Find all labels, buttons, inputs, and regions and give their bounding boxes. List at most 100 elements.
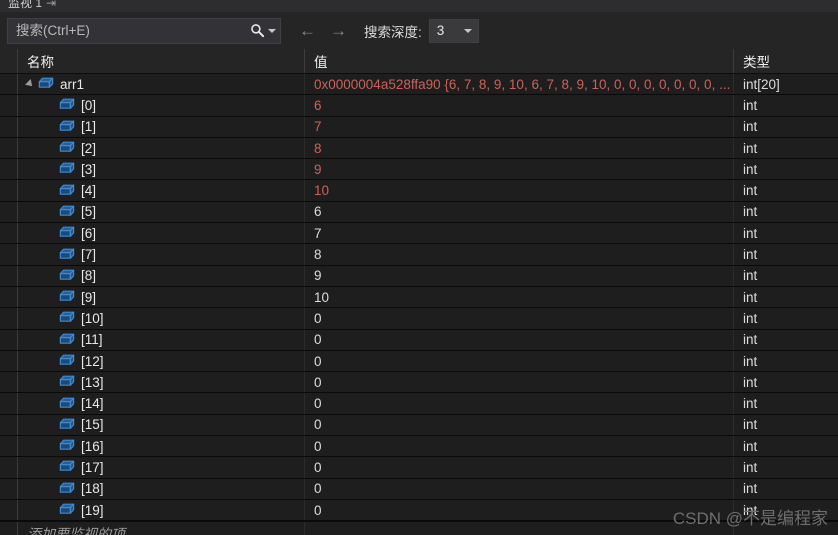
cell-type: int [743,119,758,135]
table-row[interactable]: [8] 9 int [0,265,838,287]
cell-name[interactable]: [12] [18,350,305,372]
cell-name[interactable]: [5] [18,201,305,223]
cell-value[interactable]: 0 [305,499,734,521]
cell-name[interactable]: [19] [18,499,305,521]
cell-value[interactable]: 6 [305,201,734,223]
cell-name[interactable]: [9] [18,286,305,308]
cell-name[interactable]: [15] [18,414,305,436]
table-row[interactable]: [6] 7 int [0,223,838,245]
cube-icon [59,205,75,216]
add-watch-row[interactable]: 添加要监视的项 [0,521,838,535]
table-row[interactable]: [11] 0 int [0,329,838,351]
cell-value[interactable]: 0x0000004a528ffa90 {6, 7, 8, 9, 10, 6, 7… [305,74,734,95]
cell-name[interactable]: [11] [18,329,305,350]
table-row[interactable]: [4] 10 int [0,180,838,202]
search-back-arrow-icon[interactable]: ← [299,22,316,39]
table-row[interactable]: [14] 0 int [0,393,838,415]
cell-name[interactable]: [2] [18,137,305,159]
table-row[interactable]: [3] 9 int [0,159,838,181]
cell-name[interactable]: [4] [18,180,305,201]
cell-name[interactable]: [0] [18,95,305,116]
cell-value[interactable]: 0 [305,457,734,478]
cell-value[interactable]: 0 [305,350,734,372]
column-header-name[interactable]: 名称 [18,49,305,73]
cube-icon [59,248,75,259]
table-row[interactable]: [5] 6 int [0,201,838,224]
add-watch-type-cell[interactable] [734,522,838,535]
cell-value[interactable]: 0 [305,372,734,393]
search-depth-select[interactable]: 3 [428,18,479,43]
column-header-type[interactable]: 类型 [734,49,838,73]
search-icon[interactable] [250,23,265,38]
cell-name[interactable]: [1] [18,116,305,137]
table-row[interactable]: [1] 7 int [0,116,838,138]
row-gutter [0,308,18,329]
search-input[interactable] [16,23,246,38]
row-gutter [0,223,18,244]
cell-value[interactable]: 0 [305,478,734,499]
cell-name[interactable]: [3] [18,159,305,180]
cell-value[interactable]: 9 [305,159,734,180]
cell-value[interactable]: 10 [305,180,734,201]
table-row[interactable]: [9] 10 int [0,286,838,309]
table-row[interactable]: [15] 0 int [0,414,838,437]
cell-type: int [743,481,758,497]
search-icon-group[interactable] [246,23,276,38]
search-dropdown-chevron-down-icon[interactable] [268,28,276,33]
cell-name[interactable]: [16] [18,436,305,457]
cell-name[interactable]: [18] [18,478,305,499]
row-gutter [0,95,18,116]
search-depth-label: 搜索深度: [364,24,422,40]
grid-header-row: 名称 值 类型 [0,49,838,74]
cell-value[interactable]: 10 [305,286,734,308]
cell-name-label: [1] [81,119,97,135]
table-row[interactable]: [7] 8 int [0,244,838,266]
cell-name[interactable]: [13] [18,372,305,393]
cell-name[interactable]: [6] [18,223,305,244]
table-row[interactable]: [12] 0 int [0,350,838,373]
search-depth-chevron-down-icon[interactable] [463,28,472,33]
cell-value[interactable]: 0 [305,414,734,436]
row-gutter [0,244,18,265]
cell-value[interactable]: 0 [305,329,734,350]
add-watch-value-cell[interactable] [305,522,734,535]
table-row[interactable]: [16] 0 int [0,436,838,458]
table-row[interactable]: [10] 0 int [0,308,838,330]
cell-name[interactable]: [17] [18,457,305,478]
table-row[interactable]: [2] 8 int [0,137,838,160]
cell-name[interactable]: arr1 [18,74,305,95]
cell-name[interactable]: [10] [18,308,305,329]
cube-icon [59,184,75,195]
table-row[interactable]: [17] 0 int [0,457,838,479]
cell-value[interactable]: 7 [305,116,734,137]
table-row[interactable]: [19] 0 int [0,499,838,522]
row-gutter [0,201,18,223]
table-row[interactable]: arr1 0x0000004a528ffa90 {6, 7, 8, 9, 10, … [0,74,838,96]
table-row[interactable]: [0] 6 int [0,95,838,117]
cell-name[interactable]: [7] [18,244,305,265]
pin-icon[interactable]: ⇥ [46,0,56,10]
cell-name[interactable]: [8] [18,265,305,286]
cell-value[interactable]: 7 [305,223,734,244]
search-nav-arrows: ← → [299,22,347,39]
cell-value[interactable]: 0 [305,393,734,414]
tab-watch-1[interactable]: 监视 1 ⇥ [8,0,56,11]
cube-icon [59,375,75,387]
search-box[interactable] [7,17,281,44]
cell-value[interactable]: 8 [305,244,734,265]
cell-value[interactable]: 0 [305,436,734,457]
search-forward-arrow-icon[interactable]: → [330,22,347,39]
table-row[interactable]: [13] 0 int [0,372,838,394]
table-row[interactable]: [18] 0 int [0,478,838,500]
add-watch-placeholder[interactable]: 添加要监视的项 [18,522,305,535]
cell-value[interactable]: 9 [305,265,734,286]
row-gutter [0,329,18,350]
column-header-value[interactable]: 值 [305,49,734,73]
cell-value[interactable]: 8 [305,137,734,159]
cell-name[interactable]: [14] [18,393,305,414]
cell-type: int [743,438,758,454]
cell-name-label: [13] [81,374,104,390]
cell-value[interactable]: 6 [305,95,734,116]
cell-value[interactable]: 0 [305,308,734,329]
expander-collapse-icon[interactable] [25,79,35,90]
